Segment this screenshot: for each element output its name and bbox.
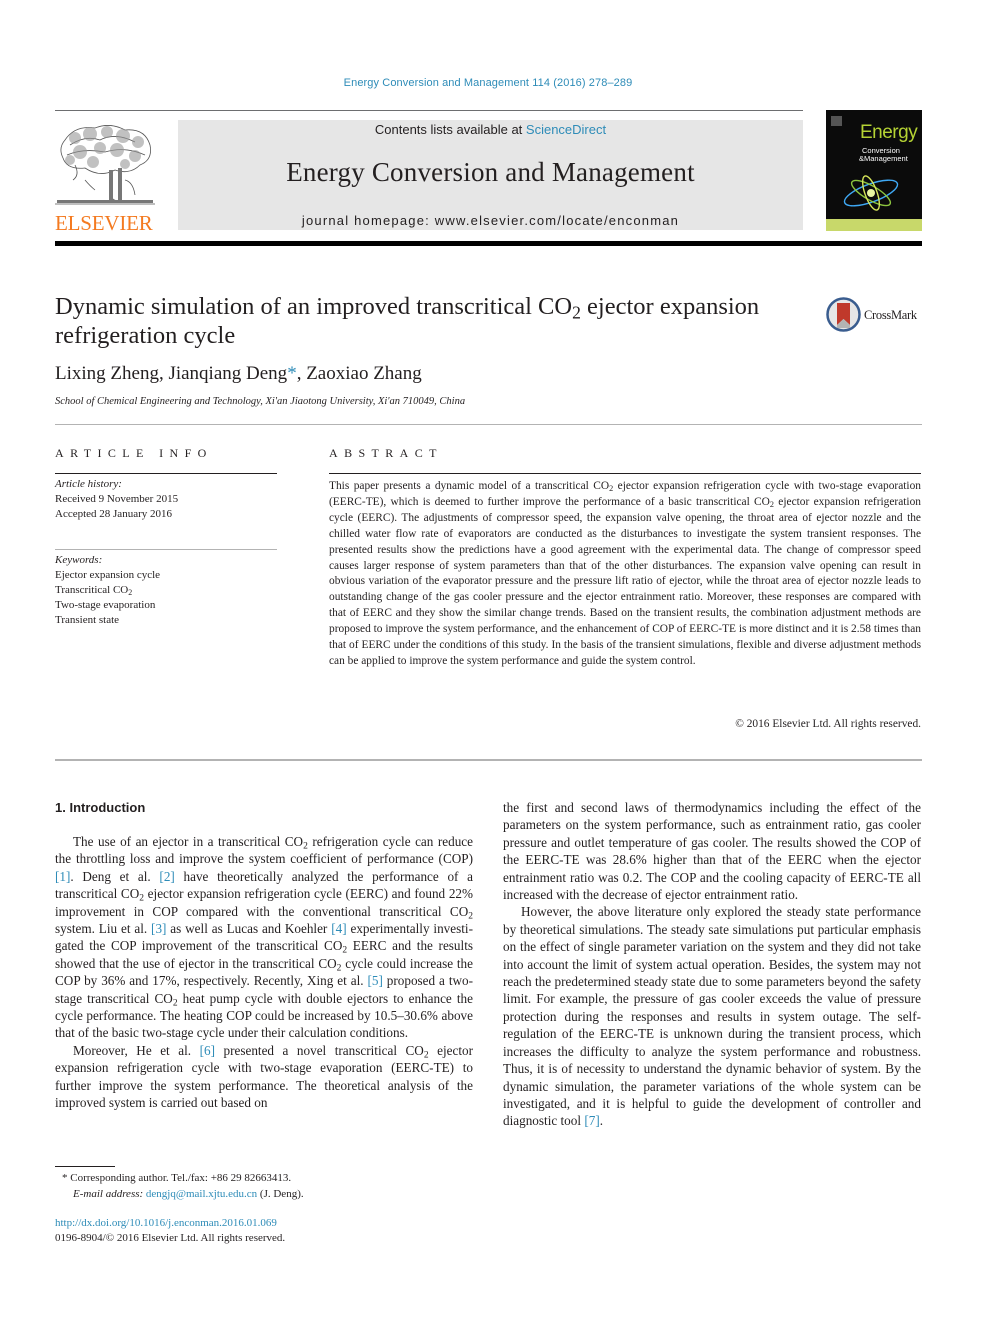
elsevier-wordmark: ELSEVIER: [55, 211, 153, 235]
corresponding-author-mark[interactable]: *: [287, 363, 297, 384]
elsevier-tree-icon: [55, 125, 155, 205]
journal-masthead: Contents lists available at ScienceDirec…: [178, 120, 803, 230]
journal-name: Energy Conversion and Management: [286, 157, 695, 187]
intro-paragraph-3: However, the above literature only explo…: [503, 904, 921, 1129]
author-1[interactable]: Lixing Zheng,: [55, 363, 168, 384]
cover-band: [826, 219, 922, 231]
elsevier-logo[interactable]: ELSEVIER: [53, 120, 155, 235]
homepage-url-link[interactable]: www.elsevier.com/locate/enconman: [435, 213, 679, 228]
abstract-copyright: © 2016 Elsevier Ltd. All rights reserved…: [735, 718, 921, 730]
article-info-heading: ARTICLE INFO: [55, 446, 213, 460]
accepted-date: Accepted 28 January 2016: [55, 508, 172, 520]
title-divider: [55, 424, 922, 425]
keyword-subscript: 2: [128, 587, 133, 597]
author-email-link[interactable]: dengjq@mail.xjtu.edu.cn: [146, 1188, 257, 1200]
footnote: * Corresponding author. Tel./fax: +86 29…: [62, 1170, 304, 1202]
reference-link-3[interactable]: [3]: [151, 921, 166, 936]
body-column-right: the first and second laws of thermodynam…: [503, 799, 921, 1130]
homepage-prefix: journal homepage:: [301, 213, 435, 228]
keywords-block: Keywords: Ejector expansion cycle Transc…: [55, 553, 160, 628]
masthead-top-rule: [55, 110, 803, 111]
cover-elsevier-logo: [831, 116, 842, 126]
affiliation: School of Chemical Engineering and Techn…: [55, 396, 466, 407]
abstract-text: This paper presents a dynamic model of a…: [329, 479, 921, 670]
keyword-item: Transient state: [55, 614, 120, 626]
keyword-item: Transcritical CO2: [55, 583, 160, 598]
article-info-rule: [55, 473, 277, 474]
intro-paragraph-2-continued: the first and second laws of thermodynam…: [503, 800, 921, 903]
cover-artwork-icon: [843, 175, 899, 211]
title-subscript: 2: [572, 302, 581, 323]
crossmark-icon: [826, 297, 861, 332]
received-date: Received 9 November 2015: [55, 493, 179, 505]
keyword-item: Two-stage evaporation: [55, 599, 156, 611]
footnote-rule: [55, 1166, 115, 1167]
reference-link-4[interactable]: [4]: [331, 921, 346, 936]
reference-link-6[interactable]: [6]: [200, 1043, 215, 1058]
introduction-heading: 1. Introduction: [55, 800, 146, 815]
abstract-part: This paper presents a dynamic model of a…: [329, 480, 610, 492]
crossmark-label: CrossMark: [864, 308, 917, 322]
intro-paragraph-1: The use of an ejector in a transcritical…: [55, 834, 474, 1041]
reference-link-5[interactable]: [5]: [367, 973, 382, 988]
doi-block: http://dx.doi.org/10.1016/j.enconman.201…: [55, 1216, 285, 1246]
keyword-text: Transcritical CO: [55, 584, 129, 596]
journal-homepage: journal homepage: www.elsevier.com/locat…: [178, 213, 803, 228]
journal-citation-link[interactable]: Energy Conversion and Management 114 (20…: [0, 77, 976, 89]
issn-copyright: 0196-8904/© 2016 Elsevier Ltd. All right…: [55, 1232, 286, 1244]
history-label: Article history:: [55, 478, 122, 490]
crossmark-button[interactable]: CrossMark: [826, 297, 926, 335]
doi-link[interactable]: http://dx.doi.org/10.1016/j.enconman.201…: [55, 1217, 277, 1229]
author-list: Lixing Zheng, Jianqiang Deng*, Zaoxiao Z…: [55, 363, 422, 385]
abstract-heading: ABSTRACT: [329, 446, 443, 460]
email-line: E-mail address: dengjq@mail.xjtu.edu.cn …: [62, 1186, 304, 1202]
email-label: E-mail address:: [73, 1188, 146, 1200]
article-history: Article history: Received 9 November 201…: [55, 477, 178, 522]
keyword-item: Ejector expansion cycle: [55, 569, 161, 581]
journal-cover-thumbnail[interactable]: Energy Conversion &Management: [826, 110, 922, 231]
contents-prefix: Contents lists available at: [374, 122, 526, 137]
masthead-bottom-rule: [55, 241, 922, 246]
corresponding-author-note: * Corresponding author. Tel./fax: +86 29…: [62, 1170, 304, 1186]
reference-link-7[interactable]: [7]: [584, 1113, 599, 1128]
abstract-part: ejector expansion refrigeration cycle (E…: [329, 495, 921, 667]
article-title: Dynamic simulation of an improved transc…: [55, 292, 815, 350]
author-2[interactable]: Jianqiang Deng: [168, 363, 287, 384]
keywords-rule: [55, 549, 277, 550]
reference-link-1[interactable]: [1]: [55, 869, 70, 884]
abstract-rule: [329, 473, 921, 474]
reference-link-2[interactable]: [2]: [159, 869, 174, 884]
email-suffix: (J. Deng).: [257, 1188, 304, 1200]
abstract-bottom-divider: [55, 759, 922, 761]
author-3[interactable]: , Zaoxiao Zhang: [297, 363, 422, 384]
contents-line: Contents lists available at ScienceDirec…: [178, 122, 803, 137]
cover-title: Energy: [860, 122, 918, 143]
intro-paragraph-2: Moreover, He et al. [6] presented a nove…: [55, 1042, 473, 1111]
footnote-text: Corresponding author. Tel./fax: +86 29 8…: [67, 1172, 292, 1184]
title-part-1: Dynamic simulation of an improved transc…: [55, 293, 573, 320]
sciencedirect-link[interactable]: ScienceDirect: [526, 122, 606, 137]
cover-subtitle-2: &Management: [859, 154, 908, 163]
body-column-left: The use of an ejector in a transcritical…: [55, 833, 473, 1112]
keywords-label: Keywords:: [55, 554, 103, 566]
